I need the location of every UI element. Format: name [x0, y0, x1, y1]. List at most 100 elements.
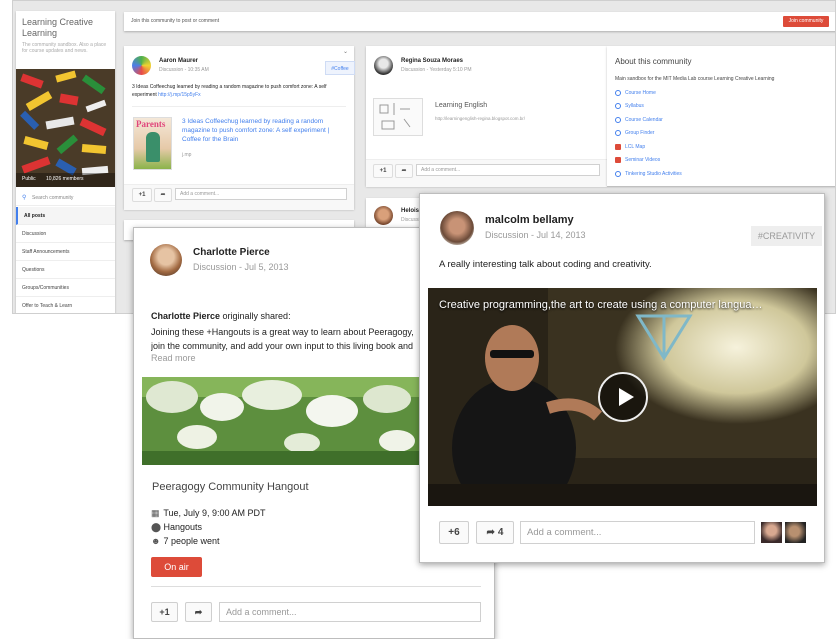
about-link-label: LCL Map [625, 143, 646, 150]
hashtag-badge[interactable]: #CREATIVITY [751, 226, 822, 246]
shared-author[interactable]: Charlotte Pierce [151, 311, 220, 321]
post-link[interactable]: http://j.mp/15p5yFx [158, 92, 201, 98]
on-air-button[interactable]: On air [151, 557, 202, 577]
event-date: Tue, July 9, 9:00 AM PDT [163, 508, 266, 518]
link-title[interactable]: Learning English [435, 102, 487, 109]
post-card: Regina Souza Moraes Discussion - Yesterd… [366, 46, 607, 187]
sidebar-nav-item[interactable]: All posts [16, 207, 115, 225]
event-attendance: 7 people went [163, 536, 220, 546]
sidebar-nav-item[interactable]: Offer to Teach & Learn [16, 297, 115, 313]
video-post-card: malcolm bellamy Discussion - Jul 14, 201… [419, 193, 825, 563]
about-link[interactable]: Seminar Videos [615, 154, 830, 168]
shared-suffix: originally shared: [220, 311, 291, 321]
post-meta: Discussion - Jul 14, 2013 [485, 230, 586, 240]
post-meta: Discussion - Yesterday 5:10 PM [401, 67, 472, 73]
share-icon: ➦ [401, 168, 407, 174]
share-button[interactable]: ➦ [185, 602, 212, 622]
about-link[interactable]: LCL Map [615, 140, 830, 154]
post-card: Aaron Maurer Discussion - 10:35 AM ⌄ #Co… [124, 46, 355, 210]
plus-one-button[interactable]: +1 [373, 164, 393, 178]
calendar-icon [615, 116, 621, 123]
about-link-label: Course Home [625, 89, 656, 96]
share-icon: ➦ [160, 192, 166, 198]
about-links: Course Home Syllabus Course Calendar Group … [615, 86, 830, 181]
gplus-icon [615, 89, 621, 96]
link-url[interactable]: http://learningenglish-regina.blogspot.c… [435, 116, 525, 121]
community-description: The community sandbox. Also a place for … [22, 42, 107, 54]
sidebar-nav-item[interactable]: Staff Announcements [16, 243, 115, 261]
commenter-avatar[interactable] [785, 522, 806, 543]
commenter-avatar[interactable] [761, 522, 782, 543]
gplus-icon [615, 130, 621, 137]
post-author[interactable]: Aaron Maurer [159, 58, 198, 64]
about-link[interactable]: Tinkering Studio Activities [615, 167, 830, 181]
about-description: Main sandbox for the MIT Media Lab cours… [615, 76, 775, 82]
community-title: Learning Creative Learning [22, 17, 94, 38]
post-divider [132, 106, 346, 107]
event-attendance-row: ☻ 7 people went [151, 536, 220, 546]
link-thumbnail[interactable] [373, 98, 423, 136]
video-player[interactable]: Creative programming,the art to create u… [428, 288, 817, 506]
avatar [374, 206, 393, 225]
post-author[interactable]: Charlotte Pierce [193, 247, 270, 258]
sidebar-nav-item[interactable]: Groups/Communities [16, 279, 115, 297]
sidebar-nav-item[interactable]: Questions [16, 261, 115, 279]
gplus-icon [615, 170, 621, 177]
avatar [374, 56, 393, 75]
sidebar-nav-item[interactable]: Discussion [16, 225, 115, 243]
sidebar: Learning Creative Learning The community… [16, 11, 115, 313]
thumb-figure [146, 132, 160, 162]
post-text: A really interesting talk about coding a… [439, 259, 652, 270]
post-meta: Discussion - 10:35 AM [159, 67, 209, 73]
plus-one-button[interactable]: +6 [439, 521, 469, 544]
share-icon: ➦ [486, 527, 495, 538]
about-link-label: Tinkering Studio Activities [625, 170, 682, 177]
about-link[interactable]: Course Home [615, 86, 830, 100]
video-title[interactable]: Creative programming,the art to create u… [439, 299, 762, 311]
person-icon: ☻ [151, 536, 161, 546]
hashtag-badge[interactable]: #Coffee [325, 61, 355, 75]
post-text: 3 Ideas Coffeechug learned by reading a … [132, 83, 347, 99]
thumb-title: Parents [136, 119, 166, 129]
post-author[interactable]: malcolm bellamy [485, 214, 574, 226]
avatar [150, 244, 182, 276]
link-thumbnail[interactable]: Parents [133, 117, 172, 170]
event-title[interactable]: Peeragogy Community Hangout [152, 481, 309, 493]
join-community-button[interactable]: Join community [783, 16, 829, 27]
about-link[interactable]: Syllabus [615, 100, 830, 114]
map-icon [615, 143, 621, 150]
visibility-label: Public [22, 176, 36, 182]
shared-text: Joining these +Hangouts is a great way t… [151, 327, 414, 351]
join-prompt: Join this community to post or comment [131, 18, 220, 24]
search-icon: ⚲ [22, 195, 27, 201]
about-link-label: Seminar Videos [625, 157, 661, 164]
post-divider [151, 586, 481, 587]
about-link-label: Course Calendar [625, 116, 663, 123]
about-link[interactable]: Group Finder [615, 127, 830, 141]
comment-input[interactable]: Add a comment... [520, 521, 755, 544]
event-date-row: ▦ Tue, July 9, 9:00 AM PDT [151, 508, 266, 519]
community-cover-image: Public 10,826 members [16, 69, 115, 187]
event-banner-image[interactable] [142, 377, 424, 465]
play-icon[interactable] [598, 372, 648, 422]
post-meta: Discussi [401, 217, 420, 223]
search-community[interactable]: ⚲ Search community [16, 191, 115, 206]
link-domain: j.mp [182, 152, 192, 158]
share-icon: ➦ [194, 606, 203, 617]
about-link[interactable]: Course Calendar [615, 113, 830, 127]
comment-input[interactable]: Add a comment... [219, 602, 481, 622]
share-button[interactable]: ➦ [154, 188, 172, 202]
read-more-link[interactable]: Read more [151, 353, 196, 363]
comment-input[interactable]: Add a comment... [416, 164, 600, 176]
avatar [440, 211, 474, 245]
share-button[interactable]: ➦ 4 [476, 521, 514, 544]
post-author[interactable]: Regina Souza Moraes [401, 58, 463, 64]
plus-one-button[interactable]: +1 [151, 602, 178, 622]
plus-one-button[interactable]: +1 [132, 188, 152, 202]
search-community-placeholder: Search community [32, 195, 74, 201]
chevron-down-icon[interactable]: ⌄ [343, 48, 348, 55]
comment-input[interactable]: Add a comment... [175, 188, 347, 200]
link-title[interactable]: 3 Ideas Coffeechug learned by reading a … [182, 117, 347, 144]
share-button[interactable]: ➦ [395, 164, 413, 178]
about-link-label: Group Finder [625, 130, 655, 137]
